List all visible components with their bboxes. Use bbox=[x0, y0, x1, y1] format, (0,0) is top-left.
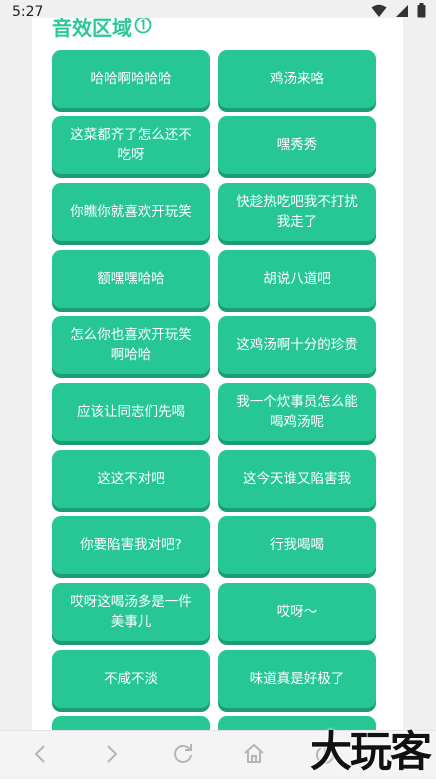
section-title-text: 音效区域 bbox=[52, 18, 132, 40]
sound-button-14[interactable]: 这今天谁又陷害我 bbox=[218, 450, 376, 508]
wifi-icon bbox=[371, 4, 387, 18]
refresh-icon[interactable] bbox=[170, 741, 196, 767]
sound-button-1[interactable]: 哈哈啊哈哈哈 bbox=[52, 50, 210, 108]
watermark-logo: 大玩客 bbox=[309, 727, 432, 776]
sound-button-8[interactable]: 胡说八道吧 bbox=[218, 250, 376, 308]
forward-arrow-icon[interactable] bbox=[98, 741, 124, 767]
sound-button-5[interactable]: 你瞧你就喜欢开玩笑 bbox=[52, 183, 210, 241]
signal-icon bbox=[395, 4, 409, 18]
sound-button-15[interactable]: 你要陷害我对吧? bbox=[52, 516, 210, 574]
sound-button-3[interactable]: 这菜都齐了怎么还不吃呀 bbox=[52, 116, 210, 174]
sound-button-20[interactable]: 味道真是好极了 bbox=[218, 650, 376, 708]
sound-button-6[interactable]: 快趁热吃吧我不打扰我走了 bbox=[218, 183, 376, 241]
home-icon[interactable] bbox=[241, 741, 267, 767]
sound-button-17[interactable]: 哎呀这喝汤多是一件美事儿 bbox=[52, 583, 210, 641]
sound-button-11[interactable]: 应该让同志们先喝 bbox=[52, 383, 210, 441]
sound-card: 音效区域 哈哈啊哈哈哈 鸡汤来咯 这菜都齐了怎么还不吃呀 嘿秀秀 你瞧你就喜欢开… bbox=[32, 18, 403, 734]
sound-button-2[interactable]: 鸡汤来咯 bbox=[218, 50, 376, 108]
sound-button-19[interactable]: 不咸不淡 bbox=[52, 650, 210, 708]
status-icons bbox=[371, 3, 426, 18]
sound-button-9[interactable]: 怎么你也喜欢开玩笑啊哈哈 bbox=[52, 316, 210, 374]
sound-button-7[interactable]: 额嘿嘿哈哈 bbox=[52, 250, 210, 308]
circled-one-icon[interactable] bbox=[134, 18, 152, 39]
sound-button-4[interactable]: 嘿秀秀 bbox=[218, 116, 376, 174]
section-title: 音效区域 bbox=[52, 18, 152, 41]
sound-button-10[interactable]: 这鸡汤啊十分的珍贵 bbox=[218, 316, 376, 374]
sound-button-13[interactable]: 这这不对吧 bbox=[52, 450, 210, 508]
battery-icon bbox=[417, 3, 426, 18]
sound-button-12[interactable]: 我一个炊事员怎么能喝鸡汤呢 bbox=[218, 383, 376, 441]
back-arrow-icon[interactable] bbox=[28, 741, 54, 767]
sound-button-18[interactable]: 哎呀～ bbox=[218, 583, 376, 641]
sound-button-16[interactable]: 行我喝喝 bbox=[218, 516, 376, 574]
